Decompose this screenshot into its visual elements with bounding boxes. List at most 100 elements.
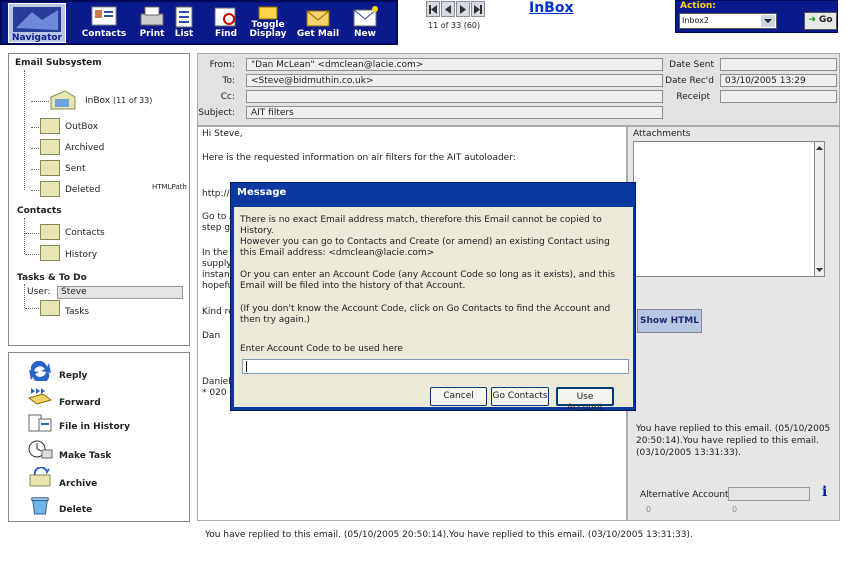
list-icon bbox=[175, 6, 193, 28]
dialog-text: (If you don't know the Account Code, cli… bbox=[240, 304, 611, 325]
first-record-button[interactable] bbox=[426, 1, 440, 17]
pager-position: 11 of 33 (60) bbox=[428, 21, 481, 30]
chevron-down-icon[interactable] bbox=[761, 15, 775, 27]
page-title[interactable]: InBox bbox=[529, 0, 574, 16]
forward-icon bbox=[27, 388, 53, 405]
body-line: Dan bbox=[202, 331, 221, 341]
subject-field[interactable]: AIT filters bbox=[246, 106, 663, 119]
folder-icon bbox=[40, 139, 60, 155]
make-task-icon bbox=[28, 440, 53, 459]
to-field[interactable]: <Steve@bidmuthin.co.uk> bbox=[246, 74, 663, 87]
account-code-prompt: Enter Account Code to be used here bbox=[240, 344, 403, 354]
archive-button[interactable]: Archive bbox=[59, 479, 97, 489]
attachments-label: Attachments bbox=[633, 129, 691, 139]
reply-icon bbox=[29, 361, 51, 381]
dialog-title: Message bbox=[237, 187, 287, 198]
list-button[interactable]: List bbox=[164, 3, 204, 43]
cc-field[interactable] bbox=[246, 90, 663, 103]
from-field[interactable]: "Dan McLean" <dmclean@lacie.com> bbox=[246, 58, 663, 71]
toggle-display-icon bbox=[258, 6, 278, 20]
date-recd-label: Date Rec'd bbox=[665, 76, 714, 86]
tree-item-history[interactable]: History bbox=[65, 250, 97, 260]
action-select[interactable]: Inbox2 bbox=[679, 13, 777, 29]
go-label: Go bbox=[819, 15, 833, 25]
email-actions-panel: Reply Forward File in History Make Task … bbox=[8, 352, 190, 522]
receipt-field bbox=[720, 90, 837, 103]
reply-status-text: You have replied to this email. (05/10/2… bbox=[636, 424, 831, 458]
cc-label: Cc: bbox=[220, 92, 235, 102]
contacts-icon bbox=[91, 6, 117, 26]
get-mail-label: Get Mail bbox=[296, 29, 340, 39]
contacts-label: Contacts bbox=[81, 29, 127, 39]
to-label: To: bbox=[222, 76, 235, 86]
prev-record-button[interactable] bbox=[441, 1, 455, 17]
body-line: supply bbox=[202, 259, 232, 269]
new-mail-icon bbox=[353, 6, 378, 27]
go-button[interactable]: ➜ Go bbox=[804, 12, 837, 30]
reply-button[interactable]: Reply bbox=[59, 371, 87, 381]
tree-item-tasks[interactable]: Tasks bbox=[65, 307, 89, 317]
body-line: Kind re bbox=[202, 307, 234, 317]
first-icon bbox=[429, 5, 437, 14]
forward-button[interactable]: Forward bbox=[59, 398, 101, 408]
account-code-input[interactable] bbox=[242, 359, 629, 374]
tree-item-sent[interactable]: Sent bbox=[65, 164, 85, 174]
last-record-button[interactable] bbox=[471, 1, 485, 17]
next-record-button[interactable] bbox=[456, 1, 470, 17]
file-in-history-button[interactable]: File in History bbox=[59, 422, 130, 432]
action-selected-value: Inbox2 bbox=[682, 16, 709, 25]
attachments-scrollbar[interactable] bbox=[814, 141, 825, 277]
tree-email-subsystem[interactable]: Email Subsystem bbox=[15, 58, 102, 68]
tree-tasks-section[interactable]: Tasks & To Do bbox=[17, 273, 87, 283]
tree-item-contacts[interactable]: Contacts bbox=[65, 228, 105, 238]
go-arrow-icon: ➜ bbox=[808, 15, 816, 25]
delete-button[interactable]: Delete bbox=[59, 505, 92, 515]
action-panel: Action: Inbox2 ➜ Go bbox=[675, 0, 838, 33]
subject-label: Subject: bbox=[198, 108, 235, 118]
folder-icon bbox=[40, 160, 60, 176]
get-mail-button[interactable]: Get Mail bbox=[293, 3, 343, 43]
tree-item-inbox[interactable]: InBox (11 of 33) bbox=[85, 96, 152, 106]
info-icon[interactable]: i bbox=[822, 484, 827, 500]
dialog-body: There is no exact Email address match, t… bbox=[234, 207, 633, 413]
attachments-panel: Attachments Show HTML You have replied t… bbox=[627, 126, 840, 521]
user-label: User: bbox=[27, 287, 51, 297]
user-field[interactable]: Steve bbox=[57, 286, 183, 299]
show-html-button[interactable]: Show HTML bbox=[637, 309, 702, 333]
scroll-up-icon[interactable] bbox=[815, 144, 824, 152]
dialog-text: Or you can enter an Account Code (any Ac… bbox=[240, 270, 615, 291]
use-account-button[interactable]: Use Account bbox=[556, 387, 614, 413]
inbox-count: (11 of 33) bbox=[112, 96, 153, 105]
tree-contacts-section[interactable]: Contacts bbox=[17, 206, 62, 216]
email-header: From: "Dan McLean" <dmclean@lacie.com> T… bbox=[197, 53, 840, 126]
folder-icon bbox=[40, 300, 60, 316]
new-label: New bbox=[354, 29, 376, 39]
make-task-button[interactable]: Make Task bbox=[59, 451, 111, 461]
alt-value-b: 0 bbox=[732, 505, 738, 514]
dialog-text: There is no exact Email address match, t… bbox=[240, 215, 602, 236]
record-pager: 11 of 33 (60) bbox=[426, 1, 496, 30]
folder-icon bbox=[40, 118, 60, 134]
main-toolbar: Navigator Contacts Print List Find Toggl… bbox=[0, 0, 398, 45]
new-button[interactable]: New bbox=[341, 3, 389, 43]
body-line: hopefu bbox=[202, 281, 234, 291]
tree-item-deleted[interactable]: Deleted bbox=[65, 185, 100, 195]
body-line: Daniel bbox=[202, 377, 231, 387]
attachments-list[interactable] bbox=[633, 141, 820, 277]
tree-item-outbox[interactable]: OutBox bbox=[65, 122, 98, 132]
inbox-label: InBox bbox=[85, 96, 111, 106]
contacts-button[interactable]: Contacts bbox=[80, 3, 128, 43]
cancel-button[interactable]: Cancel bbox=[430, 387, 487, 406]
toggle-display-button[interactable]: Toggle Display bbox=[242, 3, 294, 43]
folder-icon bbox=[40, 224, 60, 240]
dialog-text: However you can go to Contacts and Creat… bbox=[240, 237, 610, 258]
go-contacts-button[interactable]: Go Contacts bbox=[491, 387, 549, 406]
navigator-icon bbox=[13, 7, 61, 32]
tree-item-archived[interactable]: Archived bbox=[65, 143, 104, 153]
scroll-down-icon[interactable] bbox=[815, 266, 824, 274]
alternative-account-field[interactable] bbox=[728, 487, 810, 501]
navigator-button[interactable]: Navigator bbox=[8, 3, 66, 43]
alt-value-a: 0 bbox=[646, 505, 652, 514]
inbox-icon bbox=[49, 89, 77, 116]
folder-icon bbox=[40, 245, 60, 261]
